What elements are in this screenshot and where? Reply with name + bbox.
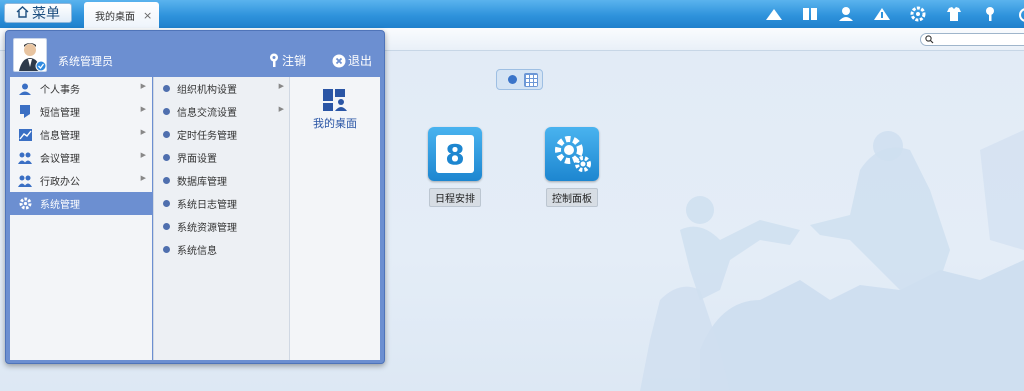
menu-item-label: 会议管理 bbox=[40, 154, 80, 165]
chevron-right-icon: ▶ bbox=[140, 174, 146, 182]
submenu-item[interactable]: 组织机构设置 ▶ bbox=[154, 77, 289, 100]
bullet-icon bbox=[163, 154, 170, 161]
chevron-right-icon: ▶ bbox=[140, 151, 146, 159]
tab-close-icon[interactable]: × bbox=[143, 9, 152, 22]
group-icon bbox=[18, 151, 32, 165]
desktop-app-schedule[interactable]: 8 日程安排 bbox=[415, 127, 495, 207]
menu-item-personal[interactable]: 个人事务 ▶ bbox=[10, 77, 152, 100]
book-icon[interactable] bbox=[800, 4, 820, 24]
submenu-item-label: 数据库管理 bbox=[177, 177, 227, 188]
submenu-item[interactable]: 信息交流设置 ▶ bbox=[154, 100, 289, 123]
tab-label: 我的桌面 bbox=[95, 11, 135, 23]
desktop-grid-icon bbox=[323, 89, 347, 111]
shirt-icon[interactable] bbox=[944, 4, 964, 24]
submenu-item[interactable]: 数据库管理 bbox=[154, 169, 289, 192]
cloud-icon[interactable] bbox=[764, 4, 784, 24]
desktop-app-control-panel[interactable]: 控制面板 bbox=[532, 127, 612, 207]
key-icon bbox=[270, 53, 278, 67]
primary-menu: 个人事务 ▶ 短信管理 ▶ 信息管理 ▶ 会议管理 ▶ 行政办公 ▶ 系统管理 bbox=[10, 77, 159, 360]
calendar-icon: 8 bbox=[428, 127, 482, 181]
bullet-icon bbox=[163, 246, 170, 253]
menu-item-info[interactable]: 信息管理 ▶ bbox=[10, 123, 152, 146]
gear-icon bbox=[18, 197, 32, 211]
submenu-item-label: 系统资源管理 bbox=[177, 223, 237, 234]
top-bar: 菜单 我的桌面 × bbox=[0, 0, 1024, 28]
bullet-icon bbox=[163, 85, 170, 92]
chevron-right-icon: ▶ bbox=[140, 128, 146, 136]
submenu-item-label: 系统日志管理 bbox=[177, 200, 237, 211]
key-icon[interactable] bbox=[980, 4, 1000, 24]
grid-view-icon[interactable] bbox=[524, 73, 538, 87]
submenu-item[interactable]: 系统日志管理 bbox=[154, 192, 289, 215]
menu-item-system[interactable]: 系统管理 bbox=[10, 192, 159, 215]
menu-item-label: 系统管理 bbox=[40, 200, 80, 211]
shortcut-label: 我的桌面 bbox=[313, 117, 357, 130]
menu-button[interactable]: 菜单 bbox=[4, 3, 72, 23]
power-icon[interactable] bbox=[1016, 4, 1024, 24]
system-tray bbox=[764, 0, 1024, 28]
avatar bbox=[13, 38, 47, 72]
shortcut-panel: 我的桌面 bbox=[289, 77, 380, 360]
home-icon bbox=[16, 5, 29, 21]
menu-item-label: 个人事务 bbox=[40, 85, 80, 96]
office-icon bbox=[18, 174, 32, 188]
search-input[interactable] bbox=[920, 33, 1024, 46]
start-menu-header: 系统管理员 注销 退出 bbox=[6, 31, 384, 75]
menu-item-office[interactable]: 行政办公 ▶ bbox=[10, 169, 152, 192]
submenu-item-label: 组织机构设置 bbox=[177, 85, 237, 96]
chevron-right-icon: ▶ bbox=[278, 82, 284, 90]
user-icon[interactable] bbox=[836, 4, 856, 24]
chevron-right-icon: ▶ bbox=[140, 105, 146, 113]
submenu-item[interactable]: 系统信息 bbox=[154, 238, 289, 261]
menu-item-label: 短信管理 bbox=[40, 108, 80, 119]
exit-icon bbox=[332, 54, 346, 67]
menu-item-sms[interactable]: 短信管理 ▶ bbox=[10, 100, 152, 123]
bullet-icon bbox=[163, 131, 170, 138]
phone-icon bbox=[18, 105, 32, 119]
bullet-icon bbox=[163, 200, 170, 207]
user-name: 系统管理员 bbox=[58, 55, 113, 68]
start-menu: 系统管理员 注销 退出 个人事务 ▶ 短信管理 ▶ 信息管理 ▶ 会议管理 ▶ … bbox=[5, 30, 385, 364]
logout-label: 注销 bbox=[282, 54, 307, 68]
menu-item-label: 行政办公 bbox=[40, 177, 80, 188]
my-desktop-shortcut[interactable]: 我的桌面 bbox=[290, 89, 380, 131]
view-toggle[interactable] bbox=[496, 69, 543, 90]
search-icon bbox=[925, 35, 934, 44]
upload-icon[interactable] bbox=[872, 4, 892, 24]
logout-button[interactable]: 注销 bbox=[268, 52, 306, 69]
exit-button[interactable]: 退出 bbox=[332, 52, 372, 69]
menu-item-meeting[interactable]: 会议管理 ▶ bbox=[10, 146, 152, 169]
submenu-item-label: 信息交流设置 bbox=[177, 108, 237, 119]
gears-icon bbox=[545, 127, 599, 181]
app-label: 日程安排 bbox=[429, 188, 481, 207]
submenu-item[interactable]: 定时任务管理 bbox=[154, 123, 289, 146]
submenu-item-label: 系统信息 bbox=[177, 246, 217, 257]
submenu-item-label: 界面设置 bbox=[177, 154, 217, 165]
bullet-icon bbox=[163, 223, 170, 230]
menu-item-label: 信息管理 bbox=[40, 131, 80, 142]
chart-icon bbox=[18, 128, 32, 142]
submenu-item-label: 定时任务管理 bbox=[177, 131, 237, 142]
submenu-item[interactable]: 系统资源管理 bbox=[154, 215, 289, 238]
dot-view-icon[interactable] bbox=[508, 75, 517, 84]
gear-icon[interactable] bbox=[908, 4, 928, 24]
menu-button-label: 菜单 bbox=[32, 6, 60, 22]
tab-my-desktop[interactable]: 我的桌面 × bbox=[84, 2, 159, 28]
bullet-icon bbox=[163, 108, 170, 115]
bullet-icon bbox=[163, 177, 170, 184]
submenu-item[interactable]: 界面设置 bbox=[154, 146, 289, 169]
exit-label: 退出 bbox=[348, 54, 373, 68]
person-icon bbox=[18, 82, 32, 96]
calendar-number: 8 bbox=[445, 137, 465, 171]
secondary-menu: 组织机构设置 ▶ 信息交流设置 ▶ 定时任务管理 界面设置 数据库管理 系统日志管理… bbox=[153, 77, 289, 360]
chevron-right-icon: ▶ bbox=[278, 105, 284, 113]
app-label: 控制面板 bbox=[546, 188, 598, 207]
chevron-right-icon: ▶ bbox=[140, 82, 146, 90]
